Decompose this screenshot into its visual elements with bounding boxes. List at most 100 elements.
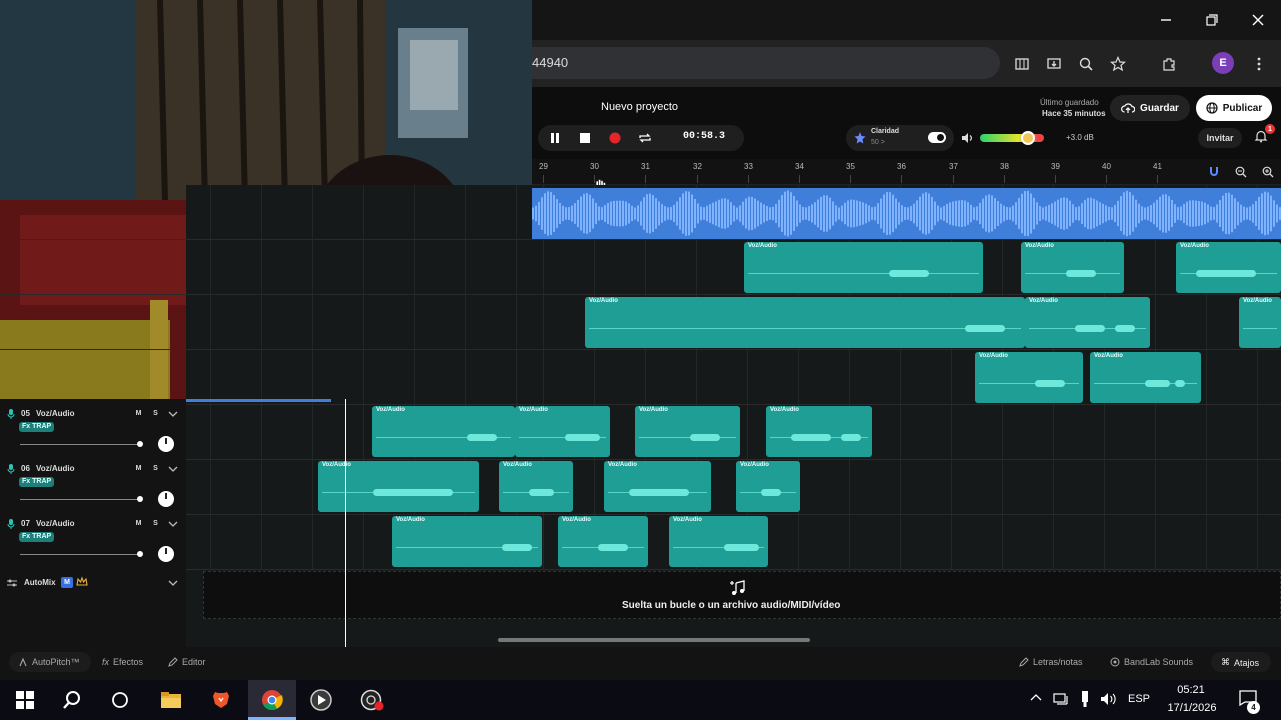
volume-fader-handle[interactable] [137, 551, 143, 557]
audio-clip[interactable]: Voz/Audio [392, 516, 542, 567]
effects-button[interactable]: fx Efectos [102, 657, 143, 667]
ruler-bar-number: 30 [590, 162, 599, 171]
playhead[interactable] [345, 399, 346, 647]
clip-label: Voz/Audio [748, 243, 777, 249]
chrome-icon[interactable] [257, 686, 287, 714]
zoom-icon[interactable] [1075, 53, 1097, 75]
chevron-down-icon[interactable] [168, 410, 178, 418]
task-view-icon[interactable] [105, 686, 135, 714]
audio-clip[interactable]: Voz/Audio [669, 516, 768, 567]
pan-knob[interactable] [158, 546, 174, 562]
tray-chevron-up-icon[interactable] [1030, 692, 1042, 702]
taskbar-date[interactable]: 17/1/2026 [1163, 702, 1221, 714]
windows-start-icon[interactable] [10, 686, 40, 714]
loop-icon[interactable] [637, 130, 653, 146]
audio-clip[interactable]: Voz/Audio [499, 461, 573, 512]
audio-clip[interactable]: Voz/Audio [558, 516, 648, 567]
track-effect-tag[interactable]: Fx TRAP [19, 422, 55, 432]
audio-clip[interactable]: Voz/Audio [372, 406, 515, 457]
music-add-icon [729, 580, 747, 596]
save-button[interactable]: Guardar [1110, 95, 1190, 121]
minimize-icon[interactable] [1154, 8, 1178, 32]
zoom-in-icon[interactable] [1262, 166, 1274, 178]
track-name[interactable]: Voz/Audio [36, 464, 75, 473]
audio-clip[interactable]: Voz/Audio [744, 242, 983, 293]
ruler-tick [1004, 175, 1005, 183]
profile-avatar[interactable]: E [1212, 52, 1234, 74]
audio-clip[interactable]: Voz/Audio [515, 406, 610, 457]
close-icon[interactable] [1246, 8, 1270, 32]
mute-button[interactable]: M [133, 518, 144, 529]
stop-icon[interactable] [577, 130, 593, 146]
track-effect-tag[interactable]: Fx TRAP [19, 477, 55, 487]
usb-icon[interactable] [1080, 690, 1090, 708]
volume-fader-handle[interactable] [137, 496, 143, 502]
clarity-toggle[interactable] [928, 132, 946, 143]
taskbar-clock[interactable]: 05:21 [1163, 684, 1219, 696]
track-name[interactable]: Voz/Audio [36, 409, 75, 418]
reading-mode-icon[interactable] [1011, 53, 1033, 75]
volume-tray-icon[interactable] [1100, 692, 1118, 706]
audio-clip[interactable]: Voz/Audio [1025, 297, 1150, 348]
grid-line [261, 185, 262, 570]
audio-clip[interactable]: Voz/Audio [604, 461, 711, 512]
solo-button[interactable]: S [150, 408, 161, 419]
chevron-down-icon[interactable] [168, 579, 178, 587]
bandlab-sounds-button[interactable]: BandLab Sounds [1110, 657, 1193, 667]
pan-knob[interactable] [158, 436, 174, 452]
search-icon[interactable] [57, 686, 87, 714]
snap-icon[interactable] [1207, 165, 1221, 179]
audio-clip[interactable]: Voz/Audio [318, 461, 479, 512]
pause-icon[interactable] [547, 130, 563, 146]
volume-slider-handle[interactable] [1021, 131, 1035, 145]
volume-fader[interactable] [20, 444, 140, 445]
more-menu-icon[interactable] [1248, 53, 1270, 75]
audio-clip[interactable]: Voz/Audio [736, 461, 800, 512]
automix-label[interactable]: AutoMix [24, 578, 56, 587]
audio-clip[interactable]: Voz/Audio [1176, 242, 1281, 293]
invite-button[interactable]: Invitar [1198, 128, 1242, 148]
volume-fader[interactable] [20, 554, 140, 555]
install-app-icon[interactable] [1043, 53, 1065, 75]
track-name[interactable]: Voz/Audio [36, 519, 75, 528]
media-player-icon[interactable] [306, 686, 336, 714]
audio-clip[interactable]: Voz/Audio [975, 352, 1083, 403]
editor-button[interactable]: Editor [168, 657, 206, 667]
mute-button[interactable]: M [133, 463, 144, 474]
audio-clip[interactable]: Voz/Audio [1021, 242, 1124, 293]
audio-clip[interactable]: Voz/Audio [766, 406, 872, 457]
shortcuts-button[interactable]: ⌘ Atajos [1221, 657, 1259, 668]
pencil-icon [1019, 657, 1029, 667]
lyrics-button[interactable]: Letras/notas [1019, 657, 1083, 667]
volume-fader[interactable] [20, 499, 140, 500]
brave-browser-icon[interactable] [206, 686, 236, 714]
restore-icon[interactable] [1200, 8, 1224, 32]
address-bar[interactable] [532, 47, 1000, 79]
network-icon[interactable] [1053, 692, 1069, 706]
chevron-down-icon[interactable] [168, 465, 178, 473]
mix-waveform-track[interactable] [532, 188, 1281, 239]
audio-clip[interactable]: Voz/Audio [585, 297, 1025, 348]
mute-button[interactable]: M [133, 408, 144, 419]
autopitch-button[interactable]: AutoPitch™ [18, 657, 80, 667]
language-indicator[interactable]: ESP [1128, 693, 1150, 705]
track-effect-tag[interactable]: Fx TRAP [19, 532, 55, 542]
solo-button[interactable]: S [150, 463, 161, 474]
audio-clip[interactable]: Voz/Audio [1090, 352, 1201, 403]
audio-clip[interactable]: Voz/Audio [1239, 297, 1281, 348]
obs-recording-icon[interactable] [357, 686, 387, 714]
volume-fader-handle[interactable] [137, 441, 143, 447]
bookmark-star-icon[interactable] [1107, 53, 1129, 75]
record-icon[interactable] [607, 130, 623, 146]
solo-button[interactable]: S [150, 518, 161, 529]
audio-clip[interactable]: Voz/Audio [635, 406, 740, 457]
extensions-icon[interactable] [1158, 53, 1180, 75]
horizontal-scrollbar[interactable] [498, 638, 810, 642]
speaker-icon[interactable] [960, 131, 974, 145]
project-title[interactable]: Nuevo proyecto [601, 101, 678, 113]
zoom-out-icon[interactable] [1235, 166, 1247, 178]
publish-button[interactable]: Publicar [1196, 95, 1272, 121]
file-explorer-icon[interactable] [156, 686, 186, 714]
pan-knob[interactable] [158, 491, 174, 507]
chevron-down-icon[interactable] [168, 520, 178, 528]
